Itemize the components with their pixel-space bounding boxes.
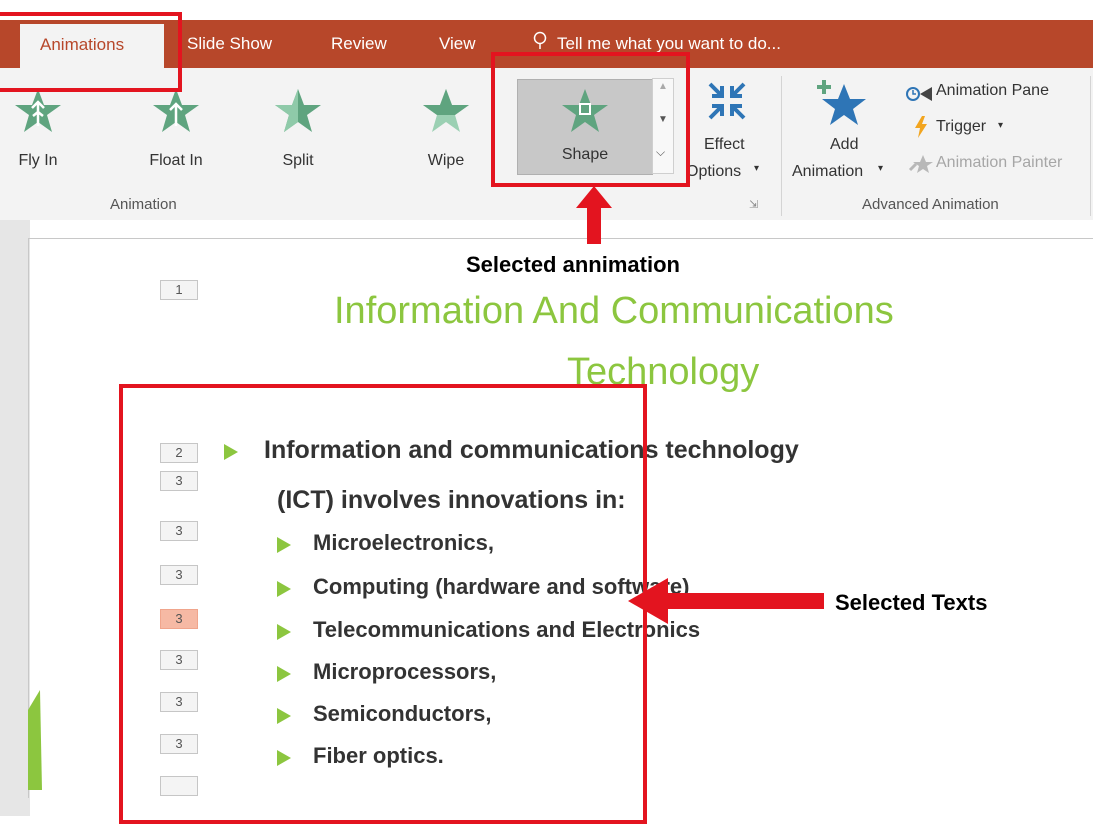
group-label-advanced: Advanced Animation (862, 196, 999, 213)
annotation-selected-texts: Selected Texts (835, 590, 988, 615)
tab-view[interactable]: View (439, 34, 476, 54)
group-label-animation: Animation (110, 196, 177, 213)
lightning-icon (915, 116, 927, 138)
slide-title-line1[interactable]: Information And Communications (334, 290, 894, 333)
add-animation-star-icon (817, 80, 866, 125)
effect-options-button[interactable]: Effect Options ▾ (686, 78, 768, 188)
slide-decoration-shape (28, 690, 42, 790)
highlight-box-selected-text (119, 384, 647, 824)
wipe-star-icon (423, 89, 469, 132)
ribbon-separator (781, 76, 782, 216)
animation-painter-button[interactable]: Animation Painter (908, 152, 1093, 176)
dialog-launcher-icon[interactable]: ⇲ (749, 198, 758, 211)
gallery-label: Fly In (18, 152, 58, 169)
gallery-wipe[interactable]: Wipe (398, 78, 494, 178)
gallery-split[interactable]: Split (250, 78, 346, 178)
highlight-box-animations-tab (0, 12, 182, 92)
effect-options-icon (708, 82, 746, 120)
slide-border (28, 238, 1093, 239)
add-animation-button[interactable]: Add Animation ▾ (792, 78, 892, 188)
arrow-up-icon (576, 186, 612, 244)
gallery-label: Split (282, 152, 314, 169)
animation-pane-icon (906, 87, 932, 101)
add-animation-line1: Add (830, 136, 859, 153)
trigger-button[interactable]: Trigger ▾ (914, 116, 1084, 140)
gallery-label: Wipe (427, 152, 465, 169)
animation-painter-label: Animation Painter (936, 154, 1063, 171)
add-animation-line2: Animation (792, 163, 864, 180)
split-star-icon (275, 89, 321, 132)
effect-options-line2: Options (686, 163, 742, 180)
animation-order-badge[interactable]: 1 (160, 280, 198, 300)
tell-me-search[interactable]: Tell me what you want to do... (557, 34, 781, 54)
tab-review[interactable]: Review (331, 34, 387, 54)
fly-in-star-icon (15, 89, 61, 132)
tab-slide-show[interactable]: Slide Show (187, 34, 272, 54)
arrow-left-icon (628, 578, 824, 624)
trigger-label: Trigger (936, 118, 987, 135)
float-in-star-icon (153, 89, 199, 132)
effect-options-line1: Effect (704, 136, 745, 153)
chevron-down-icon: ▾ (998, 120, 1004, 131)
workspace-left-edge (0, 220, 30, 816)
chevron-down-icon: ▾ (754, 163, 760, 174)
animation-pane-button[interactable]: Animation Pane (906, 80, 1093, 104)
gallery-fly-in[interactable]: Fly In (0, 78, 86, 178)
animation-painter-icon (908, 155, 933, 173)
gallery-label: Float In (149, 152, 203, 169)
gallery-float-in[interactable]: Float In (128, 78, 224, 178)
animation-pane-label: Animation Pane (936, 82, 1049, 99)
annotation-selected-animation: Selected annimation (466, 252, 680, 277)
highlight-box-shape-effect (491, 52, 690, 187)
chevron-down-icon: ▾ (878, 163, 884, 174)
